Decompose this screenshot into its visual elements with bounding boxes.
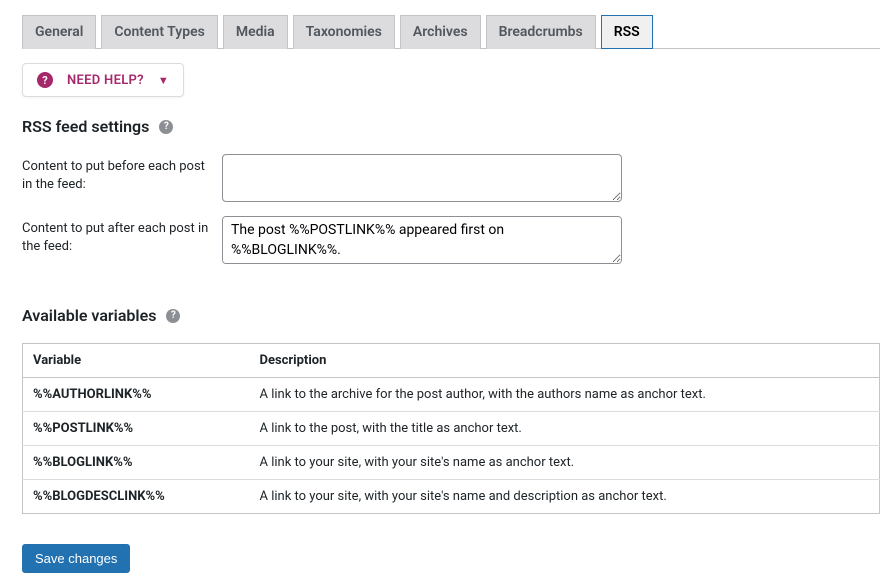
table-header-description: Description bbox=[250, 344, 880, 378]
variable-description: A link to your site, with your site's na… bbox=[250, 446, 880, 480]
variable-name: %%AUTHORLINK%% bbox=[23, 378, 250, 412]
after-label: Content to put after each post in the fe… bbox=[22, 216, 222, 264]
table-row: %%POSTLINK%% A link to the post, with th… bbox=[23, 412, 880, 446]
variable-description: A link to the post, with the title as an… bbox=[250, 412, 880, 446]
table-header-variable: Variable bbox=[23, 344, 250, 378]
info-icon[interactable]: ? bbox=[159, 120, 173, 134]
variable-description: A link to your site, with your site's na… bbox=[250, 480, 880, 514]
save-changes-button[interactable]: Save changes bbox=[22, 544, 130, 573]
tab-media[interactable]: Media bbox=[223, 15, 288, 49]
content-before-input[interactable] bbox=[222, 154, 622, 202]
table-row: %%AUTHORLINK%% A link to the archive for… bbox=[23, 378, 880, 412]
table-row: %%BLOGDESCLINK%% A link to your site, wi… bbox=[23, 480, 880, 514]
variable-name: %%BLOGDESCLINK%% bbox=[23, 480, 250, 514]
tab-breadcrumbs[interactable]: Breadcrumbs bbox=[486, 15, 596, 49]
tab-rss[interactable]: RSS bbox=[601, 15, 653, 49]
question-icon: ? bbox=[37, 72, 53, 88]
variable-description: A link to the archive for the post autho… bbox=[250, 378, 880, 412]
variables-table: Variable Description %%AUTHORLINK%% A li… bbox=[22, 343, 880, 514]
rss-settings-heading-text: RSS feed settings bbox=[22, 117, 149, 136]
form-row-before: Content to put before each post in the f… bbox=[22, 154, 880, 202]
tab-content-types[interactable]: Content Types bbox=[101, 15, 217, 49]
variable-name: %%BLOGLINK%% bbox=[23, 446, 250, 480]
need-help-button[interactable]: ? NEED HELP? ▼ bbox=[22, 63, 184, 97]
rss-settings-heading: RSS feed settings ? bbox=[22, 117, 880, 136]
chevron-down-icon: ▼ bbox=[158, 74, 169, 87]
before-label: Content to put before each post in the f… bbox=[22, 154, 222, 202]
tab-general[interactable]: General bbox=[22, 15, 96, 49]
form-row-after: Content to put after each post in the fe… bbox=[22, 216, 880, 264]
tab-archives[interactable]: Archives bbox=[400, 15, 481, 49]
content-after-input[interactable] bbox=[222, 216, 622, 264]
need-help-label: NEED HELP? bbox=[67, 73, 144, 88]
available-variables-heading-text: Available variables bbox=[22, 306, 156, 325]
tab-taxonomies[interactable]: Taxonomies bbox=[293, 15, 395, 49]
available-variables-heading: Available variables ? bbox=[22, 306, 880, 325]
table-row: %%BLOGLINK%% A link to your site, with y… bbox=[23, 446, 880, 480]
variable-name: %%POSTLINK%% bbox=[23, 412, 250, 446]
info-icon[interactable]: ? bbox=[166, 309, 180, 323]
settings-tabs: General Content Types Media Taxonomies A… bbox=[22, 15, 880, 49]
